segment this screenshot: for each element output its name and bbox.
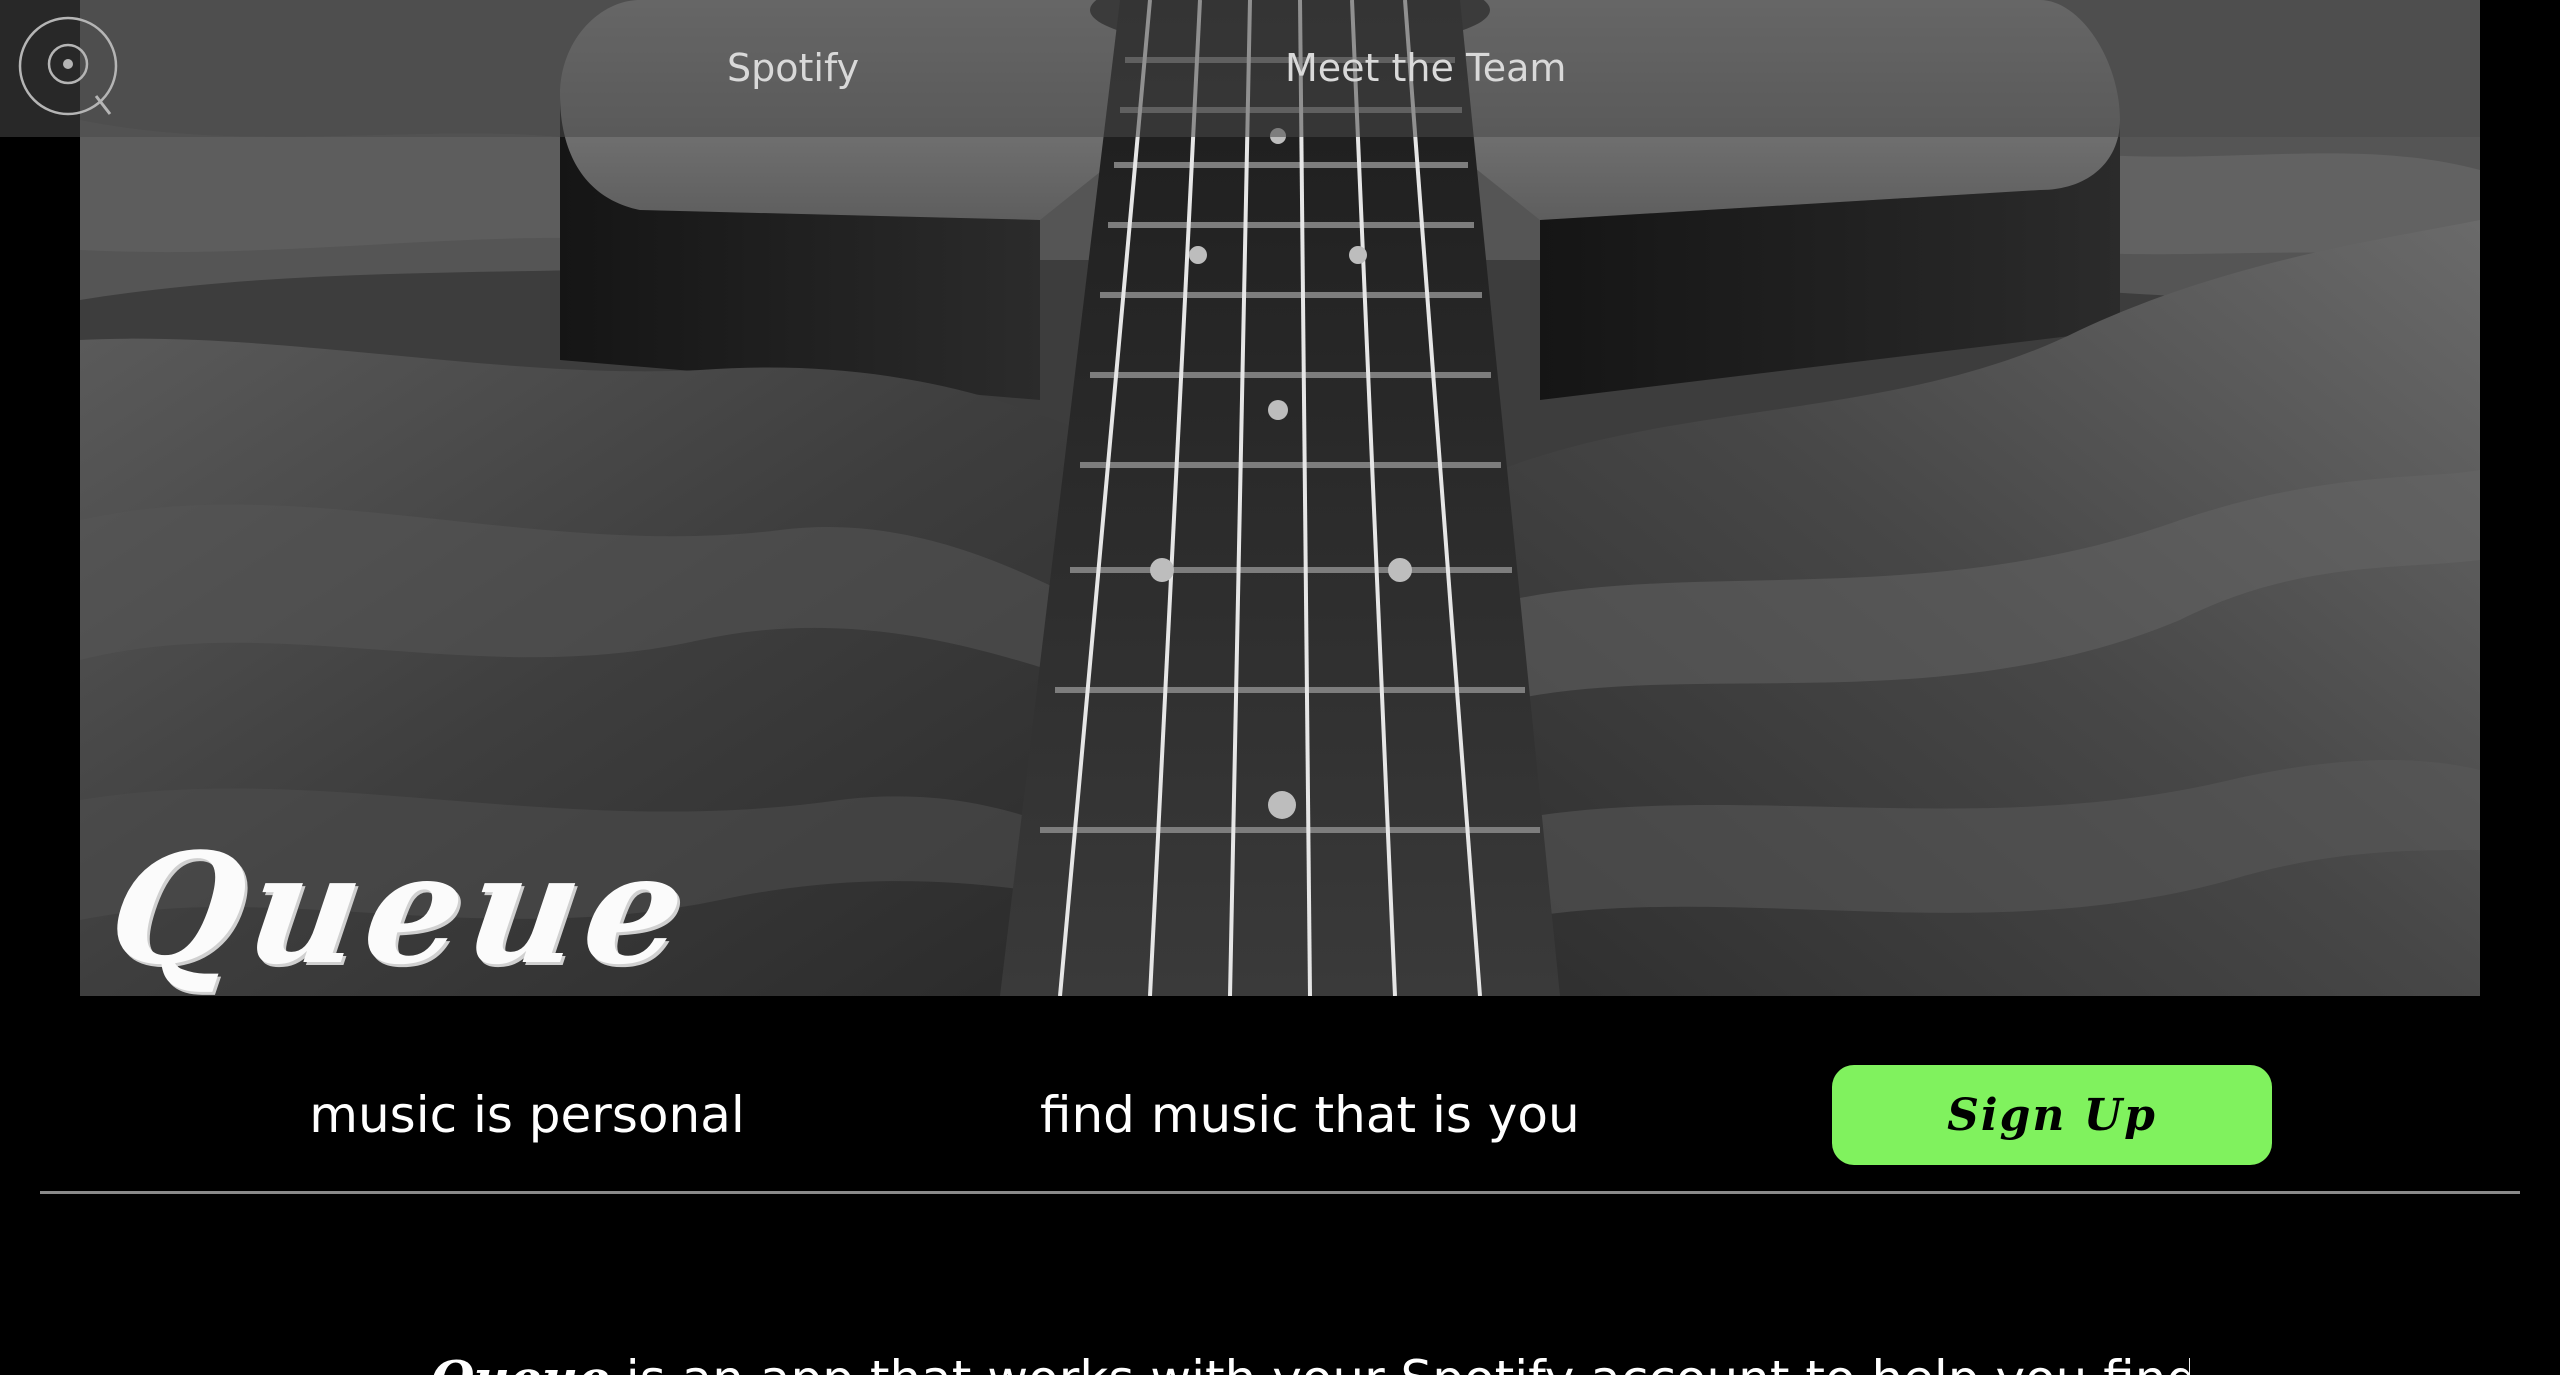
divider [40,1191,2520,1194]
intro-text: is an app that works with your Spotify a… [610,1350,2190,1375]
sign-up-button[interactable]: Sign Up [1832,1065,2272,1165]
nav-link-spotify[interactable]: Spotify [727,40,859,96]
nav-link-meet-the-team[interactable]: Meet the Team [1285,40,1566,96]
brand-title: Queue [99,819,702,998]
top-nav: Spotify Meet the Team [0,0,2480,137]
tagline-music-is-personal: music is personal [309,1086,745,1144]
intro-brand: Queue [430,1349,610,1375]
intro-paragraph: Queue is an app that works with your Spo… [430,1344,2190,1375]
vinyl-search-icon[interactable] [18,16,122,120]
tagline-find-music: find music that is you [1040,1086,1580,1144]
page: Spotify Meet the Team Queue music is per… [0,0,2560,1375]
